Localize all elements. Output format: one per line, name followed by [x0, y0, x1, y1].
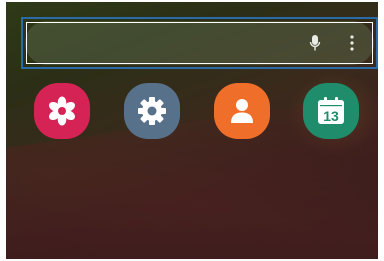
calendar-icon: 13: [303, 83, 359, 139]
home-screen: 13: [6, 2, 378, 259]
app-label: [303, 143, 359, 153]
search-bar-highlight: [21, 17, 378, 69]
app-settings[interactable]: [124, 83, 180, 153]
app-blossom[interactable]: [34, 83, 90, 153]
app-calendar[interactable]: 13: [303, 83, 359, 153]
app-label: [214, 143, 270, 153]
app-label: [124, 143, 180, 153]
person-icon: [214, 83, 270, 139]
gear-icon: [124, 83, 180, 139]
calendar-day: 13: [323, 108, 339, 124]
flower-icon: [34, 83, 90, 139]
app-label: [34, 143, 90, 153]
app-contacts[interactable]: [214, 83, 270, 153]
